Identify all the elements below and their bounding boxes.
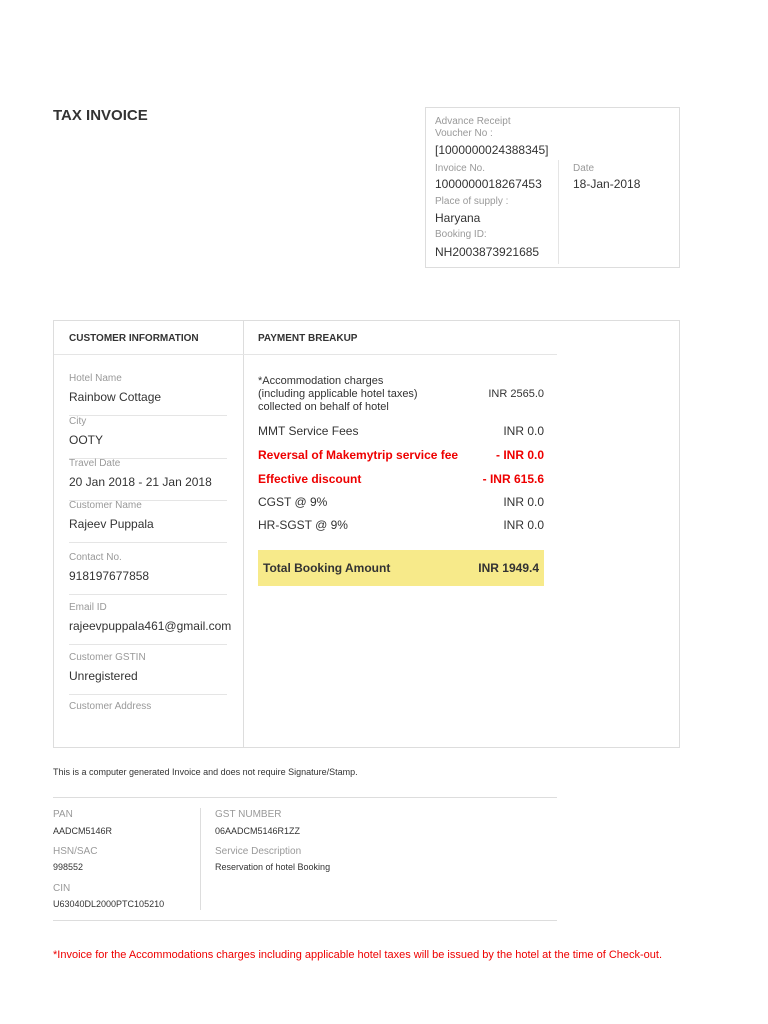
payment-row-value: INR 0.0 — [503, 424, 544, 438]
total-value: INR 1949.4 — [478, 561, 539, 575]
payment-row-value: - INR 0.0 — [495, 448, 544, 462]
payment-row-label: HR-SGST @ 9% — [258, 518, 348, 532]
booking-value: NH2003873921685 — [435, 245, 540, 259]
payment-row-value: INR 0.0 — [503, 518, 544, 532]
payment-row-label: Reversal of Makemytrip service fee — [258, 448, 459, 462]
pan-value: AADCM5146R — [53, 826, 113, 836]
customer-field-label: Contact No. — [69, 552, 122, 563]
total-label: Total Booking Amount — [263, 561, 391, 575]
accommodation-value: INR 2565.0 — [488, 388, 544, 400]
payment-row-value: - INR 615.6 — [482, 472, 544, 486]
date-label: Date — [573, 163, 595, 174]
receipt-box: Advance Receipt Voucher No : [1000000024… — [425, 107, 680, 268]
customer-field-label: Hotel Name — [69, 373, 122, 384]
cin-label: CIN — [53, 883, 71, 894]
payment-row: Effective discount - INR 615.6 — [258, 472, 544, 486]
invoice-label: Invoice No. — [435, 163, 486, 174]
total-booking-amount: Total Booking Amount INR 1949.4 — [258, 550, 544, 586]
customer-field-value: 918197677858 — [69, 569, 150, 583]
page-title: TAX INVOICE — [53, 107, 148, 124]
hsn-value: 998552 — [53, 862, 84, 872]
customer-field-label: Customer Name — [69, 500, 142, 511]
footnote: *Invoice for the Accommodations charges … — [53, 949, 663, 961]
payment-row: Reversal of Makemytrip service fee - INR … — [258, 448, 544, 462]
payment-row: CGST @ 9% INR 0.0 — [258, 495, 544, 509]
gst-label: GST NUMBER — [215, 809, 282, 820]
hsn-label: HSN/SAC — [53, 846, 98, 857]
cin-value: U63040DL2000PTC105210 — [53, 899, 165, 909]
date-value: 18-Jan-2018 — [573, 177, 641, 191]
gst-value: 06AADCM5146R1ZZ — [215, 826, 301, 836]
payment-row: HR-SGST @ 9% INR 0.0 — [258, 518, 544, 532]
payment-header: PAYMENT BREAKUP — [258, 333, 358, 344]
payment-row-label: MMT Service Fees — [258, 424, 359, 438]
payment-row-value: INR 0.0 — [503, 495, 544, 509]
supply-label: Place of supply : — [435, 196, 509, 207]
service-value: Reservation of hotel Booking — [215, 862, 331, 872]
pan-label: PAN — [53, 809, 73, 820]
invoice-details: CUSTOMER INFORMATION PAYMENT BREAKUP Hot… — [53, 320, 680, 748]
payment-row-label: Effective discount — [258, 472, 362, 486]
accommodation-label: *Accommodation charges (including applic… — [258, 375, 418, 413]
customer-field-value: Unregistered — [69, 669, 138, 683]
signature-note: This is a computer generated Invoice and… — [53, 767, 358, 777]
customer-field-value: Rainbow Cottage — [69, 390, 162, 404]
voucher-value: [1000000024388345] — [435, 143, 549, 157]
customer-field-label: Customer GSTIN — [69, 652, 146, 663]
customer-header: CUSTOMER INFORMATION — [69, 333, 199, 344]
payment-row: MMT Service Fees INR 0.0 — [258, 424, 544, 438]
customer-field-value: Rajeev Puppala — [69, 517, 154, 531]
voucher-label: Advance Receipt Voucher No : — [435, 116, 511, 139]
customer-field-label: Email ID — [69, 602, 107, 613]
supply-value: Haryana — [435, 211, 481, 225]
customer-field-label: Travel Date — [69, 458, 121, 469]
company-details: PAN AADCM5146R HSN/SAC 998552 CIN U63040… — [53, 797, 557, 921]
invoice-value: 1000000018267453 — [435, 177, 542, 191]
payment-row-label: CGST @ 9% — [258, 495, 328, 509]
customer-field-label: Customer Address — [69, 701, 152, 712]
customer-field-value: OOTY — [69, 433, 104, 447]
booking-label: Booking ID: — [435, 229, 487, 240]
customer-field-value: 20 Jan 2018 - 21 Jan 2018 — [69, 475, 212, 489]
customer-field-value: rajeevpuppala461@gmail.com — [69, 619, 232, 633]
service-label: Service Description — [215, 846, 302, 857]
customer-field-label: City — [69, 416, 87, 427]
